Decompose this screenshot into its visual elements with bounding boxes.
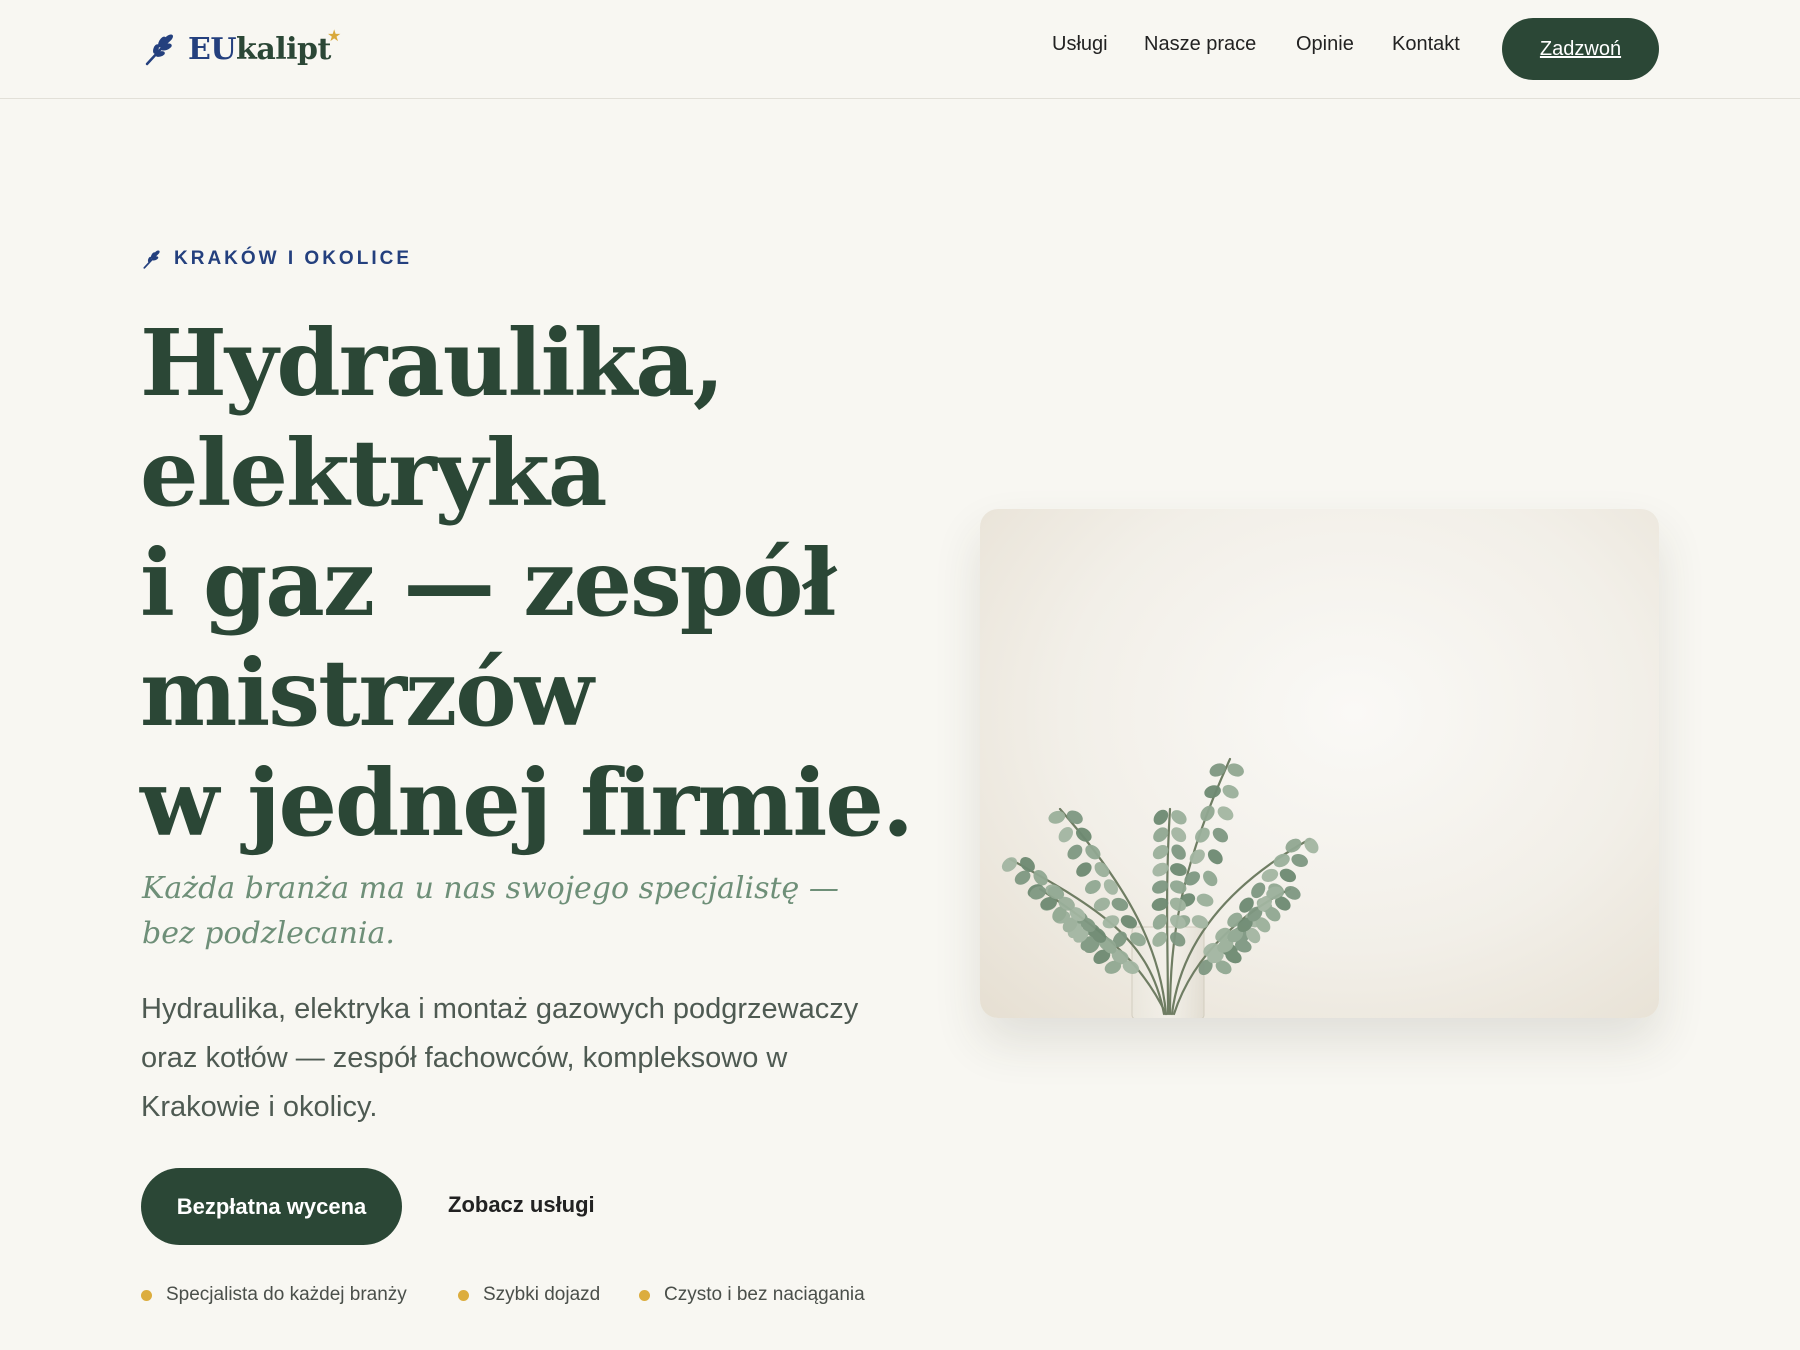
eucalyptus-leaf <box>1066 810 1083 825</box>
hero-photo <box>980 509 1659 1018</box>
headline-line: Hydraulika, <box>140 309 725 417</box>
eucalyptus-leaf <box>1103 879 1118 895</box>
eucalyptus-leaf <box>1076 862 1092 877</box>
eucalyptus-leaf <box>1001 857 1018 872</box>
eucalyptus-leaf <box>1304 837 1319 854</box>
eucalyptus-leaf <box>1058 827 1073 843</box>
hero-subhead: Każda branża ma u nas swojego specjalist… <box>142 871 839 951</box>
call-button[interactable]: Zadzwoń <box>1502 18 1659 80</box>
feature-label: Czysto i bez naciągania <box>664 1284 865 1305</box>
eyebrow-text: KRAKÓW I OKOLICE <box>174 248 412 269</box>
eucalyptus-leaf <box>1085 880 1101 894</box>
eucalyptus-leaf <box>1291 853 1308 868</box>
bullet-dot-icon <box>141 1289 152 1301</box>
site-header: EUkalipt ★ Usługi Nasze prace Opinie Kon… <box>0 0 1800 99</box>
eucalyptus-leaf <box>1203 870 1218 887</box>
eucalyptus-leaf <box>1200 805 1215 822</box>
eucalyptus-leaf <box>1217 806 1234 821</box>
nav-link-contact[interactable]: Kontakt <box>1392 33 1460 56</box>
bullet-dot-icon <box>458 1289 469 1301</box>
eucalyptus-leaf-icon <box>143 250 160 269</box>
hero-description: Hydraulika, elektryka i montaż gazowych … <box>141 993 859 1123</box>
feature-label: Specjalista do każdej branży <box>166 1284 407 1305</box>
eucalyptus-leaf <box>1048 810 1066 824</box>
feature-label: Szybki dojazd <box>483 1284 601 1305</box>
headline-line: i gaz — zespół <box>140 529 837 637</box>
nav-link-reviews[interactable]: Opinie <box>1296 33 1354 56</box>
location-eyebrow: KRAKÓW I OKOLICE <box>142 248 412 270</box>
eucalyptus-leaf <box>1209 763 1226 777</box>
eucalyptus-vase-illustration <box>1001 757 1319 1018</box>
feature-item: Szybki dojazd <box>458 1284 600 1306</box>
eucalyptus-leaf <box>1222 784 1239 799</box>
headline-line: mistrzów <box>140 639 594 747</box>
eucalyptus-leaf <box>1204 785 1221 799</box>
bullet-dot-icon <box>639 1289 650 1301</box>
eucalyptus-leaf <box>1171 827 1187 843</box>
eucalyptus-leaf <box>1212 827 1229 843</box>
eucalyptus-leaf <box>1273 853 1290 868</box>
eucalyptus-leaf <box>1171 844 1186 860</box>
free-quote-button[interactable]: Bezpłatna wycena <box>141 1168 402 1245</box>
eucalyptus-leaf <box>1196 893 1214 907</box>
feature-item: Czysto i bez naciągania <box>639 1284 865 1306</box>
eucalyptus-leaf <box>1279 868 1297 883</box>
nav-link-services[interactable]: Usługi <box>1052 33 1108 56</box>
headline-line: elektryka <box>140 419 608 527</box>
eucalyptus-leaf <box>1067 844 1083 860</box>
hero-headline: Hydraulika, elektryka i gaz — zespół mis… <box>140 308 914 858</box>
nav-link-portfolio[interactable]: Nasze prace <box>1144 33 1256 56</box>
eucalyptus-leaf <box>1207 849 1223 865</box>
eucalyptus-leaf <box>1170 863 1187 877</box>
eucalyptus-leaf <box>1171 810 1187 825</box>
see-services-link[interactable]: Zobacz usługi <box>448 1192 595 1218</box>
eucalyptus-leaves <box>1001 763 1319 976</box>
feature-item: Specjalista do każdej branży <box>141 1284 407 1306</box>
headline-line: w jednej firmie. <box>140 749 914 857</box>
